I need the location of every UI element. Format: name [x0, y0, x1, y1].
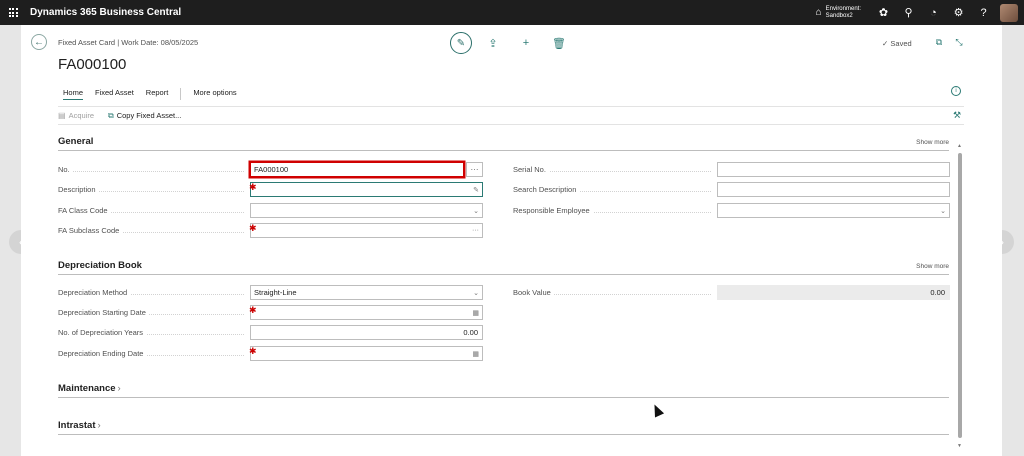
responsible-employee-label: Responsible Employee: [513, 206, 717, 215]
calendar-icon[interactable]: ▦: [472, 306, 479, 319]
settings-gear-icon[interactable]: ⚙: [946, 0, 971, 25]
depreciation-years-value: 0.00: [463, 328, 478, 337]
tab-report[interactable]: Report: [146, 88, 169, 100]
responsible-employee-select[interactable]: ⌄: [717, 203, 950, 218]
depreciation-years-label: No. of Depreciation Years: [58, 328, 250, 337]
collapse-icon[interactable]: ⤡: [949, 34, 969, 50]
depreciation-show-more[interactable]: Show more: [916, 263, 949, 270]
fa-subclass-code-label: FA Subclass Code: [58, 226, 250, 235]
saved-label: Saved: [890, 39, 912, 48]
environment-name: Sandbox2: [825, 12, 853, 19]
calendar-icon[interactable]: ▦: [472, 347, 479, 360]
tab-home[interactable]: Home: [63, 88, 84, 100]
top-bar: Dynamics 365 Business Central ⌂ Environm…: [0, 0, 1024, 25]
book-value-label: Book Value: [513, 288, 717, 297]
description-field[interactable]: ✎: [250, 182, 483, 197]
app-title[interactable]: Dynamics 365 Business Central: [30, 7, 181, 18]
fa-class-code-label: FA Class Code: [58, 206, 250, 215]
help-icon[interactable]: ?: [971, 0, 996, 25]
vertical-scrollbar[interactable]: ▲ ▼: [957, 143, 963, 449]
fixed-asset-card: ← Fixed Asset Card | Work Date: 08/05/20…: [21, 25, 1002, 456]
depreciation-book-title[interactable]: Depreciation Book: [58, 260, 142, 271]
depreciation-method-value: Straight-Line: [254, 288, 297, 297]
breadcrumb: Fixed Asset Card | Work Date: 08/05/2025: [58, 38, 199, 47]
back-arrow-icon[interactable]: ←: [31, 34, 47, 50]
copy-fixed-asset-label: Copy Fixed Asset...: [116, 111, 182, 120]
description-required-icon: ✱: [249, 182, 257, 192]
fa-subclass-required-icon: ✱: [249, 223, 257, 233]
general-title[interactable]: General: [58, 136, 93, 147]
chevron-down-icon: ⌄: [473, 207, 479, 215]
info-icon[interactable]: i: [951, 86, 961, 96]
fa-subclass-code-field[interactable]: ···: [250, 223, 483, 238]
no-label: No.: [58, 165, 250, 174]
book-value-field: 0.00: [717, 285, 950, 300]
environment-icon: ⌂: [815, 7, 822, 18]
chevron-down-icon: ⌄: [473, 289, 479, 297]
intrastat-section: Intrastat ›: [58, 418, 949, 435]
checkmark-icon: ✓: [882, 39, 889, 48]
edit-pencil-icon[interactable]: ✎: [450, 32, 472, 54]
search-icon[interactable]: ⚲: [896, 0, 921, 25]
no-assist-button[interactable]: ···: [466, 162, 483, 177]
depreciation-starting-date-label: Depreciation Starting Date: [58, 308, 250, 317]
depreciation-years-field[interactable]: 0.00: [250, 325, 483, 340]
depreciation-method-label: Depreciation Method: [58, 288, 250, 297]
copy-fixed-asset-button[interactable]: ⧉ Copy Fixed Asset...: [108, 111, 181, 121]
depreciation-book-section: Depreciation Book Show more: [58, 258, 949, 275]
copy-icon: ⧉: [108, 110, 114, 120]
serial-no-label: Serial No.: [513, 165, 717, 174]
tab-more-options[interactable]: More options: [193, 88, 236, 100]
open-new-window-icon[interactable]: ⧉: [929, 34, 949, 50]
environment-label: Environment:: [825, 5, 861, 12]
copilot-icon[interactable]: ✿: [871, 0, 896, 25]
chevron-down-icon: ⌄: [940, 207, 946, 215]
chevron-right-icon: ›: [97, 420, 101, 431]
delete-trash-icon[interactable]: 🗑: [547, 32, 571, 54]
scroll-up-icon[interactable]: ▲: [957, 143, 962, 149]
acquire-button[interactable]: ▤ Acquire: [58, 111, 94, 120]
notifications-icon[interactable]: ◔: [921, 0, 946, 25]
personalize-icon[interactable]: ⚒: [953, 110, 961, 121]
app-launcher-icon[interactable]: [0, 0, 26, 25]
general-show-more[interactable]: Show more: [916, 139, 949, 146]
depreciation-ending-date-field[interactable]: ▦: [250, 346, 483, 361]
general-section: General Show more: [58, 134, 949, 151]
user-avatar[interactable]: [1000, 3, 1018, 22]
tab-divider: [180, 88, 182, 100]
description-label: Description: [58, 185, 250, 194]
fa-class-code-select[interactable]: ⌄: [250, 203, 483, 218]
search-description-label: Search Description: [513, 185, 717, 194]
action-tabs: Home Fixed Asset Report More options: [63, 88, 249, 100]
serial-no-field[interactable]: [717, 162, 950, 177]
no-field[interactable]: FA000100: [250, 162, 464, 177]
chevron-right-icon: ›: [117, 383, 121, 394]
environment-badge[interactable]: ⌂ Environment: Sandbox2: [816, 6, 861, 20]
book-value: 0.00: [930, 288, 945, 297]
acquire-label: Acquire: [68, 111, 94, 120]
scrollbar-thumb[interactable]: [958, 153, 962, 438]
edit-pencil-small-icon: ✎: [473, 186, 479, 194]
search-description-field[interactable]: [717, 182, 950, 197]
share-icon[interactable]: ⇪: [481, 32, 505, 54]
depreciation-starting-date-field[interactable]: ▦: [250, 305, 483, 320]
save-status: ✓ Saved: [882, 39, 912, 48]
ending-date-required-icon: ✱: [249, 346, 257, 356]
intrastat-title[interactable]: Intrastat ›: [58, 420, 101, 431]
tab-fixed-asset[interactable]: Fixed Asset: [95, 88, 134, 100]
depreciation-method-select[interactable]: Straight-Line ⌄: [250, 285, 483, 300]
scroll-down-icon[interactable]: ▼: [957, 443, 962, 449]
action-subbar: ▤ Acquire ⧉ Copy Fixed Asset...: [58, 106, 964, 125]
new-plus-icon[interactable]: +: [514, 32, 538, 54]
acquire-icon: ▤: [58, 111, 66, 120]
maintenance-section: Maintenance ›: [58, 381, 949, 398]
no-value: FA000100: [254, 165, 289, 174]
starting-date-required-icon: ✱: [249, 305, 257, 315]
depreciation-ending-date-label: Depreciation Ending Date: [58, 349, 250, 358]
page-title: FA000100: [58, 56, 127, 73]
maintenance-title[interactable]: Maintenance ›: [58, 383, 121, 394]
fa-subclass-assist[interactable]: ···: [472, 224, 479, 237]
